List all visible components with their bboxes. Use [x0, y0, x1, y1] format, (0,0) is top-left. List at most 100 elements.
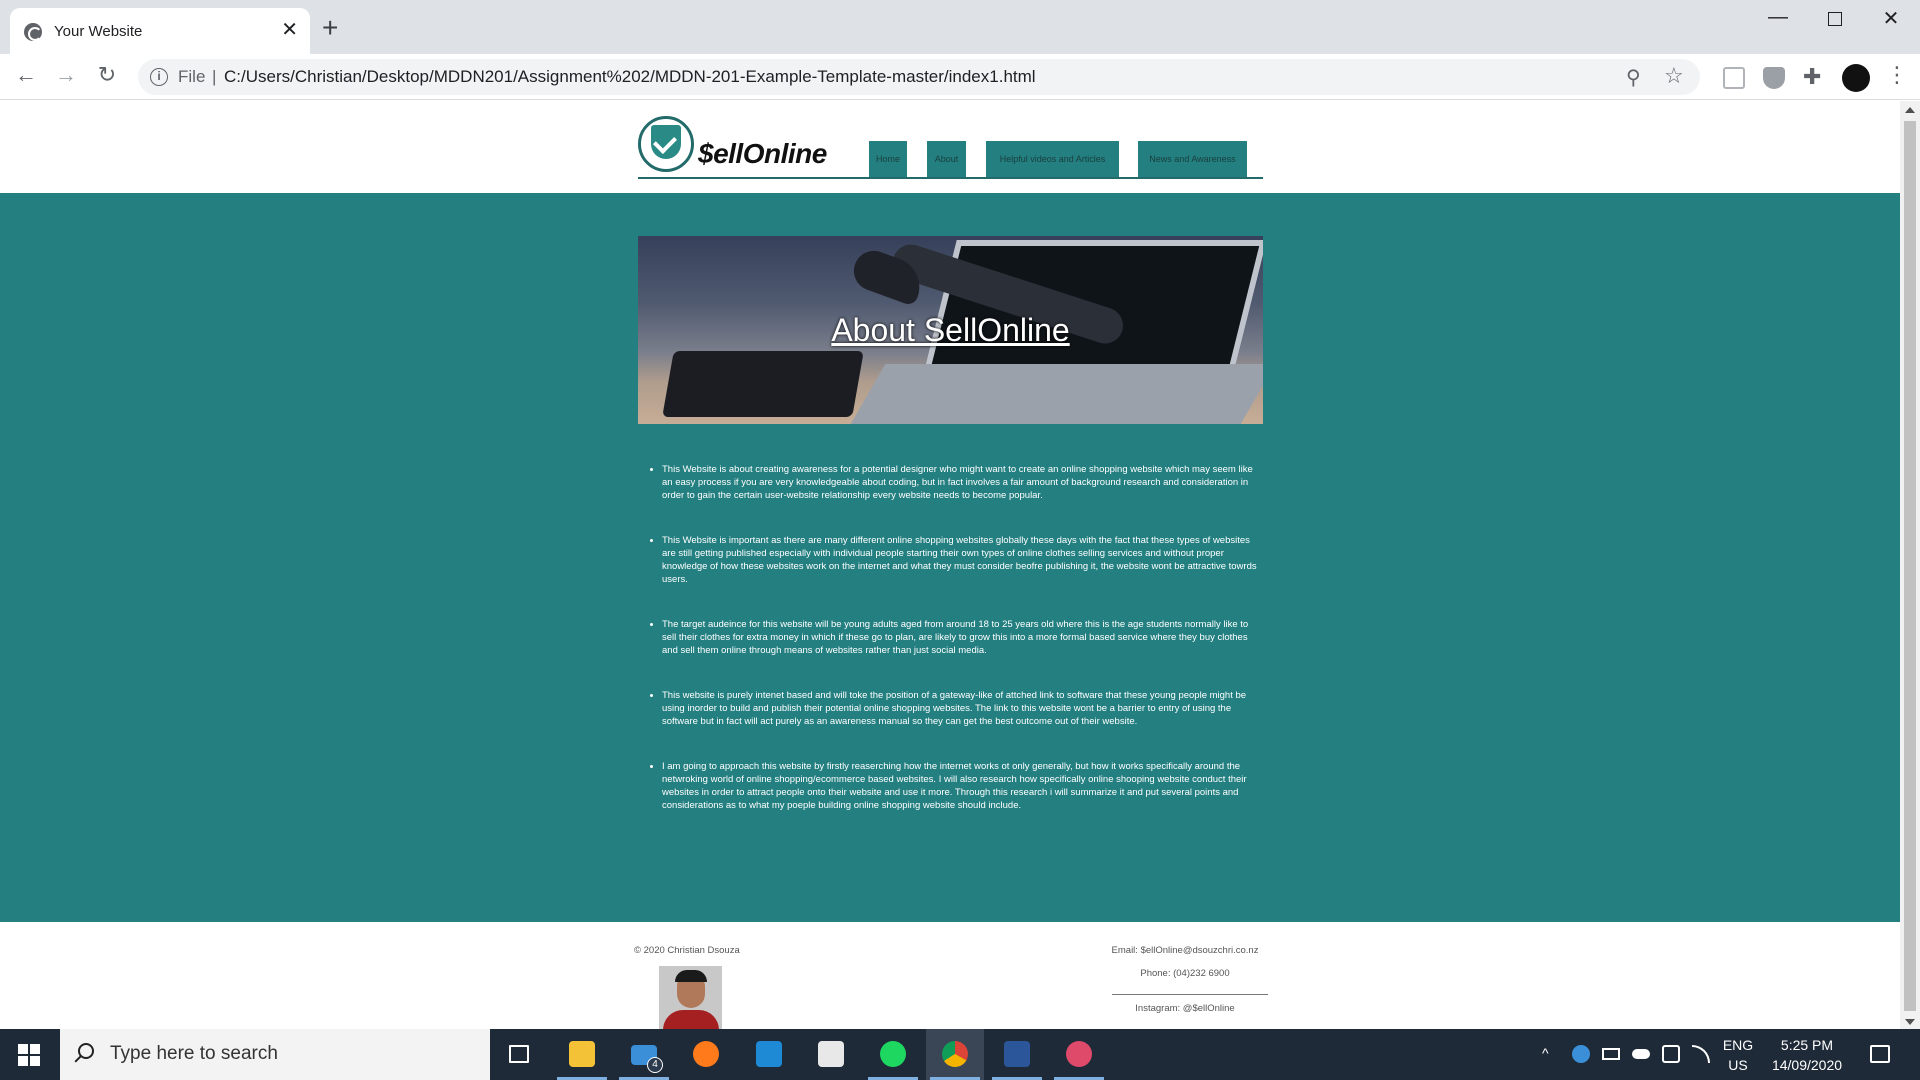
- clock-time: 5:25 PM: [1780, 1037, 1834, 1053]
- banner-laptop-keyboard: [850, 364, 1263, 424]
- photo-shirt: [663, 1010, 719, 1029]
- browser-menu-icon[interactable]: ⋮: [1886, 62, 1908, 88]
- author-photo: [659, 966, 722, 1029]
- window-maximize-button[interactable]: [1807, 6, 1863, 32]
- contact-instagram: Instagram: @$ellOnline: [1135, 1003, 1235, 1014]
- chrome-icon: [942, 1041, 968, 1067]
- browser-tab[interactable]: Your Website ✕: [10, 8, 310, 54]
- taskbar-snip[interactable]: [1050, 1029, 1108, 1080]
- start-pane: [18, 1056, 28, 1066]
- clock[interactable]: 5:25 PM 14/09/2020: [1762, 1035, 1852, 1075]
- battery-icon[interactable]: [1602, 1048, 1620, 1060]
- search-icon: [78, 1043, 94, 1059]
- language-code: ENG: [1722, 1037, 1754, 1053]
- taskbar-file-explorer[interactable]: [553, 1029, 611, 1080]
- start-pane: [30, 1056, 40, 1066]
- address-url[interactable]: C:/Users/Christian/Desktop/MDDN201/Assig…: [224, 67, 1036, 87]
- extensions-puzzle-icon[interactable]: ✚: [1803, 64, 1825, 89]
- folder-icon: [569, 1041, 595, 1067]
- mail-badge: 4: [647, 1057, 663, 1073]
- new-tab-button[interactable]: +: [322, 14, 338, 42]
- browser-tabstrip: Your Website ✕ + — ✕: [0, 0, 1920, 54]
- task-view-icon: [509, 1045, 529, 1063]
- profile-avatar[interactable]: [1842, 64, 1870, 92]
- windows-taskbar: Type here to search 4 ^ ENG US 5:25 PM 1…: [0, 1029, 1920, 1080]
- taskbar-search-placeholder: Type here to search: [110, 1043, 278, 1064]
- word-icon: [1004, 1041, 1030, 1067]
- nav-videos-articles[interactable]: Helpful videos and Articles: [986, 141, 1119, 178]
- taskbar-store[interactable]: [802, 1029, 860, 1080]
- list-item: The target audeince for this website wil…: [662, 618, 1262, 657]
- taskbar-chrome[interactable]: [926, 1029, 984, 1080]
- bookmark-star-icon[interactable]: ☆: [1664, 63, 1684, 89]
- site-footer: © 2020 Christian Dsouza Email: $ellOnlin…: [0, 922, 1900, 1029]
- scroll-thumb[interactable]: [1904, 121, 1916, 1011]
- nav-news-awareness[interactable]: News and Awareness: [1138, 141, 1247, 178]
- start-pane: [18, 1044, 28, 1054]
- list-item: This Website is important as there are m…: [662, 534, 1262, 586]
- list-item: This Website is about creating awareness…: [662, 463, 1262, 502]
- photo-hair: [675, 970, 707, 982]
- page-title[interactable]: About SellOnline: [638, 312, 1263, 349]
- site-logo[interactable]: $ellOnline: [638, 116, 838, 176]
- copyright-text: © 2020 Christian Dsouza: [634, 945, 740, 956]
- spotify-icon: [880, 1041, 906, 1067]
- windows-start-icon[interactable]: [18, 1044, 40, 1066]
- info-icon[interactable]: i: [150, 68, 168, 86]
- back-button[interactable]: ←: [10, 62, 42, 88]
- banner-wallet: [662, 351, 864, 417]
- wifi-icon[interactable]: [1692, 1045, 1710, 1063]
- scroll-down-icon[interactable]: [1905, 1019, 1915, 1025]
- about-list: This Website is about creating awareness…: [662, 463, 1262, 844]
- keyboard-layout: US: [1728, 1057, 1748, 1073]
- window-minimize-button[interactable]: —: [1750, 6, 1806, 29]
- contact-email: Email: $ellOnline@dsouzchri.co.nz: [1111, 945, 1259, 956]
- onedrive-icon[interactable]: [1632, 1049, 1650, 1059]
- address-bar[interactable]: i File | C:/Users/Christian/Desktop/MDDN…: [138, 59, 1700, 95]
- task-view-button[interactable]: [490, 1029, 548, 1080]
- vscode-icon: [756, 1041, 782, 1067]
- tab-title: Your Website: [54, 23, 143, 40]
- page-scrollbar[interactable]: [1900, 101, 1920, 1029]
- notification-icon[interactable]: [1870, 1045, 1890, 1063]
- list-item: This website is purely intenet based and…: [662, 689, 1262, 728]
- tray-expand-icon[interactable]: ^: [1542, 1045, 1560, 1063]
- taskbar-search[interactable]: Type here to search: [60, 1029, 490, 1080]
- tab-close-icon[interactable]: ✕: [281, 20, 298, 40]
- shield-extension-icon[interactable]: [1763, 67, 1785, 89]
- site-header: $ellOnline Home About Helpful videos and…: [0, 101, 1900, 193]
- start-pane: [30, 1044, 40, 1054]
- address-scheme: File: [178, 67, 206, 86]
- scroll-up-icon[interactable]: [1905, 107, 1915, 113]
- footer-divider: [1112, 994, 1268, 995]
- page-viewport: $ellOnline Home About Helpful videos and…: [0, 101, 1900, 1029]
- taskbar-word[interactable]: [988, 1029, 1046, 1080]
- extension-icon[interactable]: [1723, 67, 1745, 89]
- shield-check-icon: [638, 116, 694, 172]
- hero-banner: About SellOnline: [638, 236, 1263, 424]
- list-item: I am going to approach this website by f…: [662, 760, 1262, 812]
- taskbar-mail[interactable]: 4: [615, 1029, 673, 1080]
- header-divider: [638, 177, 1263, 179]
- nav-about[interactable]: About: [927, 141, 966, 178]
- reload-button[interactable]: ↻: [91, 62, 123, 88]
- store-icon: [818, 1041, 844, 1067]
- forward-button[interactable]: →: [50, 62, 82, 88]
- globe-icon: [24, 23, 42, 41]
- taskbar-spotify[interactable]: [864, 1029, 922, 1080]
- logo-text: $ellOnline: [698, 138, 827, 169]
- main-content: About SellOnline This Website is about c…: [0, 193, 1900, 922]
- nav-home[interactable]: Home: [869, 141, 907, 178]
- zoom-icon[interactable]: ⚲: [1626, 65, 1641, 90]
- taskbar-firefox[interactable]: [677, 1029, 735, 1080]
- firefox-icon: [693, 1041, 719, 1067]
- tray-app-icon[interactable]: [1572, 1045, 1590, 1063]
- maximize-icon: [1828, 12, 1842, 26]
- window-close-button[interactable]: ✕: [1863, 6, 1919, 31]
- address-separator: |: [212, 67, 217, 86]
- taskbar-vscode[interactable]: [740, 1029, 798, 1080]
- snipping-icon: [1066, 1041, 1092, 1067]
- language-indicator[interactable]: ENG US: [1718, 1035, 1758, 1075]
- browser-toolbar: ← → ↻ i File | C:/Users/Christian/Deskto…: [0, 54, 1920, 100]
- tray-status-icon[interactable]: [1662, 1045, 1680, 1063]
